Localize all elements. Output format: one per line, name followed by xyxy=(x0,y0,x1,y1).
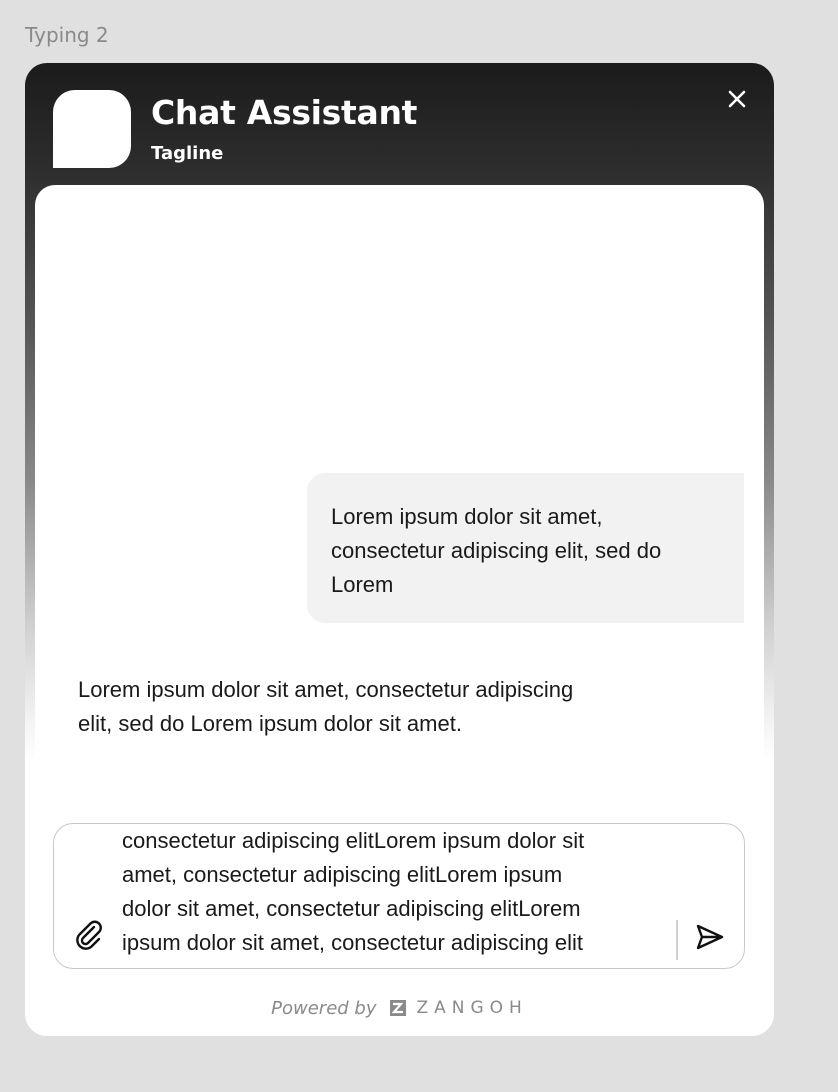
chat-widget: Chat Assistant Tagline Lorem ipsum dolor… xyxy=(25,63,774,1036)
brand-name: ZANGOH xyxy=(416,998,528,1018)
brand: ZANGOH xyxy=(389,998,528,1018)
send-button[interactable] xyxy=(694,921,726,953)
composer-divider xyxy=(676,920,678,960)
close-button[interactable] xyxy=(725,87,749,111)
chat-tagline: Tagline xyxy=(151,143,224,164)
chat-title: Chat Assistant xyxy=(151,93,418,132)
powered-by-footer: Powered by ZANGOH xyxy=(35,995,764,1021)
powered-by-label: Powered by xyxy=(271,997,377,1019)
attach-button[interactable] xyxy=(72,918,106,952)
chat-body: Lorem ipsum dolor sit amet, consectetur … xyxy=(35,185,764,1036)
frame-label: Typing 2 xyxy=(25,23,109,47)
assistant-avatar xyxy=(53,90,131,168)
paperclip-icon xyxy=(76,920,102,950)
assistant-message: Lorem ipsum dolor sit amet, consectetur … xyxy=(78,677,574,736)
user-message-bubble: Lorem ipsum dolor sit amet, consectetur … xyxy=(307,473,744,623)
message-input[interactable]: consectetur adipiscing elitLorem ipsum d… xyxy=(122,824,657,960)
message-composer[interactable]: consectetur adipiscing elitLorem ipsum d… xyxy=(53,823,745,969)
zangoh-logo-icon xyxy=(389,1000,406,1016)
send-icon xyxy=(696,924,724,950)
close-icon xyxy=(728,90,746,108)
